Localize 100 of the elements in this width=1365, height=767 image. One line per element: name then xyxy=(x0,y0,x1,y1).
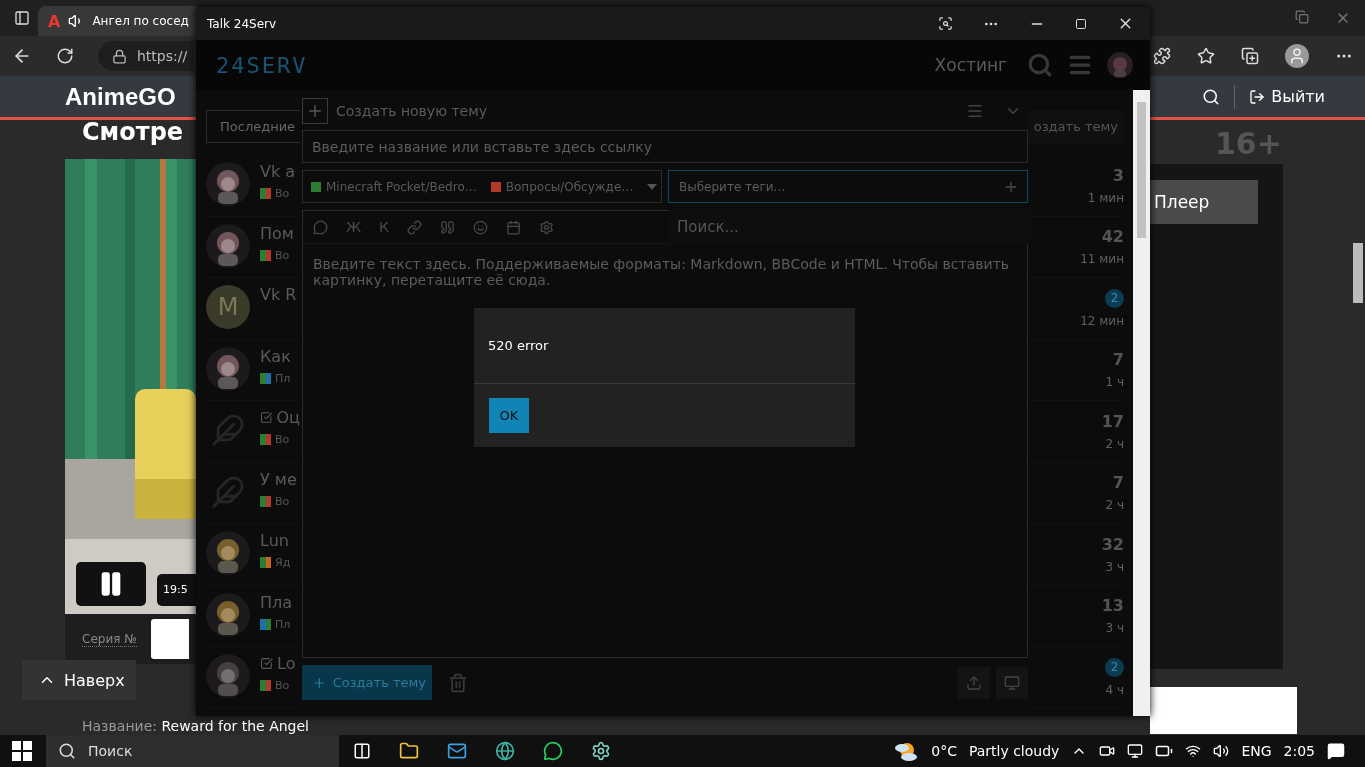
temperature: 0°C xyxy=(931,743,957,759)
app-icon[interactable] xyxy=(591,741,611,761)
leaf-icon xyxy=(211,474,245,509)
address-bar[interactable]: https:// xyxy=(98,41,194,71)
topic-title[interactable]: Как xyxy=(260,346,291,366)
search-icon[interactable] xyxy=(1202,87,1221,106)
notifications-icon[interactable] xyxy=(1327,742,1345,760)
activity-time: 12 мин xyxy=(1080,313,1124,328)
chat-icon[interactable] xyxy=(543,741,563,761)
category-label[interactable]: Во xyxy=(275,679,290,692)
extensions-icon[interactable] xyxy=(1153,47,1171,65)
category-label[interactable]: Яд xyxy=(275,556,291,569)
topic-title[interactable]: Lo xyxy=(260,654,296,673)
episode-field[interactable] xyxy=(150,619,189,659)
activity-time: 2 ч xyxy=(1105,436,1124,451)
tab-actions-icon[interactable] xyxy=(14,10,30,26)
new-topic-button[interactable]: оздать тему xyxy=(1028,110,1124,143)
topic-title[interactable]: Оц xyxy=(260,408,300,427)
weather-text: Partly cloudy xyxy=(968,743,1060,759)
bold-button[interactable]: Ж xyxy=(346,219,362,235)
camera-icon[interactable] xyxy=(1099,743,1116,759)
tag-search-field[interactable]: Поиск... xyxy=(669,210,1031,244)
filter-dropdown[interactable]: Последние xyxy=(206,110,300,143)
windows-icon[interactable] xyxy=(12,741,32,761)
unread-badge: 2 xyxy=(1105,657,1124,677)
checkbox-icon xyxy=(260,411,273,424)
task-view-icon[interactable] xyxy=(353,742,371,760)
favorites-icon[interactable] xyxy=(1197,47,1215,65)
taskbar-search[interactable]: Поиск xyxy=(46,735,339,767)
reply-count: 42 xyxy=(1101,227,1124,247)
topic-title[interactable]: Пла xyxy=(260,592,293,612)
clock[interactable]: 2:05 xyxy=(1283,743,1315,759)
display-icon[interactable] xyxy=(1127,743,1144,759)
volume-icon[interactable] xyxy=(1213,743,1230,759)
italic-button[interactable]: К xyxy=(379,219,390,235)
wifi-icon[interactable] xyxy=(1185,743,1202,759)
scrollbar[interactable] xyxy=(1133,90,1150,716)
video-time: 19:5 xyxy=(157,574,196,606)
pause-button[interactable] xyxy=(76,562,146,606)
activity-time: 11 мин xyxy=(1080,252,1124,267)
logout-link[interactable]: Выйти xyxy=(1249,87,1325,106)
category-label[interactable]: Пл xyxy=(275,617,291,631)
category-label: Minecraft Pocket/Bedro… xyxy=(326,179,477,194)
maximize-icon[interactable] xyxy=(1075,17,1087,30)
activity-time: 3 ч xyxy=(1105,559,1124,574)
category-label[interactable]: Во xyxy=(275,494,290,508)
inspect-icon[interactable] xyxy=(938,16,953,31)
topic-title[interactable]: Vk R xyxy=(260,285,297,304)
topic-title[interactable]: У ме xyxy=(260,469,297,489)
create-topic-button[interactable]: Создать тему xyxy=(302,665,432,700)
activity-time: 2 ч xyxy=(1105,498,1124,513)
activity-time: 3 ч xyxy=(1105,621,1124,636)
episode-label: Серия № xyxy=(82,631,137,647)
activity-time: 1 ч xyxy=(1105,375,1124,390)
player-button[interactable]: Плеер xyxy=(1150,180,1258,224)
reply-count: 32 xyxy=(1101,534,1124,554)
refresh-icon[interactable] xyxy=(56,47,74,65)
caret-icon xyxy=(647,183,658,190)
error-message: 520 error xyxy=(474,308,855,384)
weather-icon[interactable] xyxy=(893,740,920,762)
category-label[interactable]: Во xyxy=(275,433,290,446)
app-logo[interactable]: 24SERV xyxy=(216,52,308,78)
category-label[interactable]: Во xyxy=(275,248,290,262)
unread-badge: 2 xyxy=(1105,288,1124,308)
search-icon xyxy=(58,742,76,760)
folder-icon[interactable] xyxy=(399,741,419,761)
back-to-top-button[interactable]: Наверх xyxy=(22,660,136,700)
composer-title: Создать новую тему xyxy=(336,103,487,119)
topic-title[interactable]: Vk a xyxy=(260,162,296,181)
avatar-letter: M xyxy=(206,285,250,329)
mail-icon[interactable] xyxy=(447,741,467,761)
topic-title[interactable]: Пом xyxy=(260,223,294,243)
leaf-icon xyxy=(211,413,245,447)
reply-count: 17 xyxy=(1101,411,1124,431)
upload-icon xyxy=(966,674,982,691)
logout-icon xyxy=(1249,88,1266,105)
hosting-link[interactable]: Хостинг xyxy=(934,55,1007,75)
restore-icon[interactable] xyxy=(1295,10,1309,24)
tags-input[interactable]: Выберите теги... xyxy=(677,178,1003,195)
site-logo[interactable]: AnimeGO xyxy=(65,82,176,111)
collections-icon[interactable] xyxy=(1241,47,1259,65)
browser-tab[interactable]: A Ангел по сосед xyxy=(38,6,196,36)
topic-title[interactable]: Lun xyxy=(260,531,291,550)
activity-time: 1 мин xyxy=(1087,190,1124,205)
window-title: Talk 24Serv xyxy=(207,16,277,31)
reply-count: 13 xyxy=(1101,596,1124,616)
category-label[interactable]: Пл xyxy=(275,371,291,385)
profile-avatar[interactable] xyxy=(1285,44,1309,68)
page-heading: Смотре xyxy=(82,118,184,148)
category-select[interactable]: Minecraft Pocket/Bedro… Вопросы/Обсужде… xyxy=(302,170,662,203)
tags-field[interactable]: Выберите теги... xyxy=(668,170,1028,203)
category-label[interactable]: Во xyxy=(275,187,290,200)
title-field[interactable]: Введите название или вставьте здесь ссылку xyxy=(302,130,1028,163)
category-label: Вопросы/Обсужде… xyxy=(505,179,634,194)
language-indicator[interactable]: ENG xyxy=(1241,743,1272,759)
browser-icon[interactable] xyxy=(495,741,515,761)
ok-button[interactable]: OK xyxy=(489,398,529,433)
anime-title: Название: Reward for the Angel xyxy=(82,719,309,734)
reply-count: 3 xyxy=(1112,165,1124,185)
checkbox-icon xyxy=(260,657,273,670)
